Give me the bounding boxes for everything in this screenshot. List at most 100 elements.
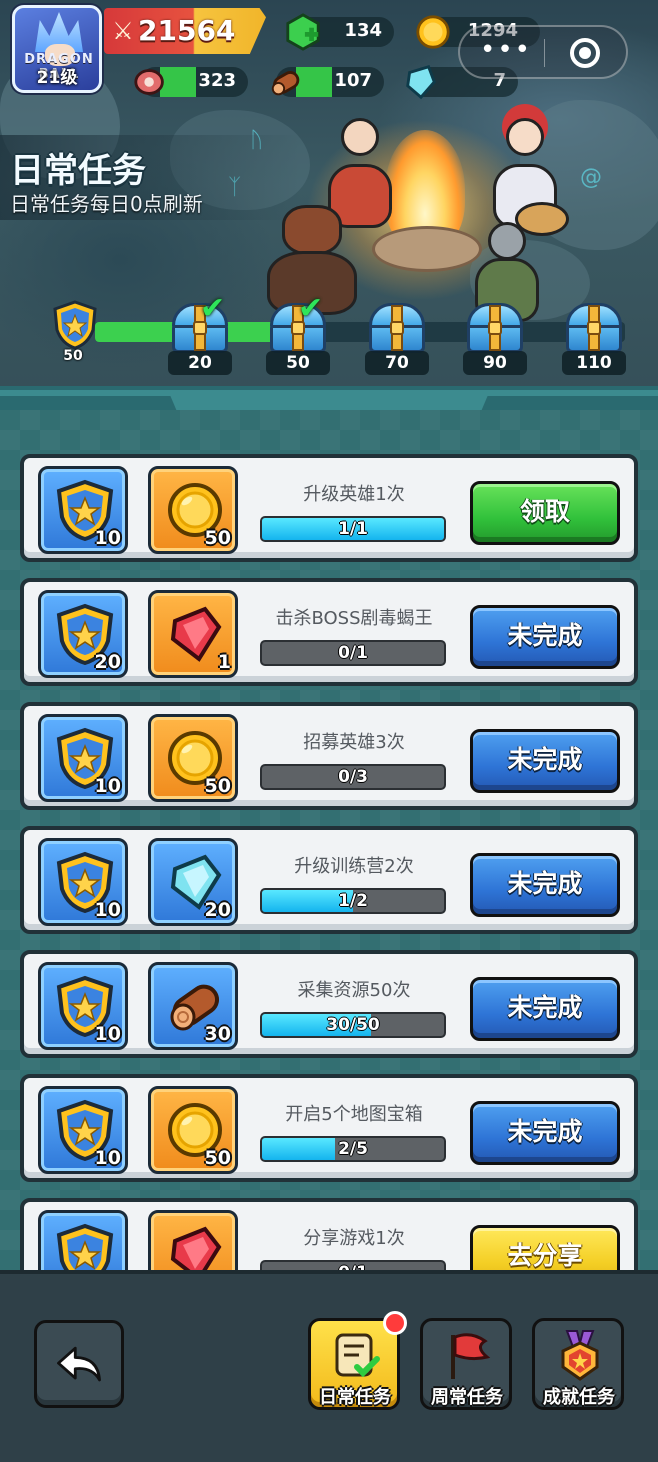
reward-tile[interactable]: 10 [38, 962, 128, 1050]
blue-crystal-icon [406, 65, 436, 100]
reward-quantity: 10 [94, 1147, 121, 1169]
task-progress-text: 1/1 [338, 519, 368, 539]
combat-power-banner: ⚔ 21564 [104, 8, 266, 54]
task-row: 10 20 升级训练营2次 1/2 未完成 [20, 826, 638, 934]
green-gem-plus-icon [286, 13, 320, 51]
capsule-divider [544, 39, 545, 67]
claimed-check-icon: ✔ [200, 291, 226, 326]
incomplete-button[interactable]: 未完成 [470, 853, 620, 917]
milestone-value: 90 [463, 351, 527, 375]
tab-daily-label: 日常任务 [319, 1387, 391, 1408]
share-button[interactable]: 去分享 [470, 1225, 620, 1270]
task-name: 升级训练营2次 [294, 856, 414, 877]
task-progress-text: 0/3 [338, 767, 368, 787]
task-list[interactable]: 10 50 升级英雄1次 1/1 领取 20 1 击杀BOSS剧毒蝎王 0/1 未完成 10 50 招募… [0, 410, 658, 1270]
reward-quantity: 50 [204, 775, 231, 797]
task-progress-text: 30/50 [326, 1015, 380, 1035]
milestone-chest-1[interactable]: ✔ [170, 291, 230, 355]
meat-icon [134, 69, 164, 95]
task-scroll-check-icon [335, 1333, 380, 1378]
task-progress-text: 2/5 [338, 1139, 368, 1159]
reward-quantity: 10 [94, 775, 121, 797]
reward-quantity: 1 [217, 651, 231, 673]
milestone-value: 50 [266, 351, 330, 375]
task-name: 升级英雄1次 [303, 484, 405, 505]
milestone-chest-3[interactable] [367, 303, 427, 355]
more-menu-icon[interactable]: ••• [480, 37, 532, 63]
task-progress-bar: 2/5 [260, 1136, 446, 1162]
back-button[interactable] [34, 1320, 124, 1408]
milestone-chest-5[interactable] [564, 303, 624, 355]
tab-daily-tasks[interactable]: 日常任务 [308, 1311, 407, 1410]
combat-power-value: 21564 [138, 14, 236, 47]
gems-counter[interactable]: 134 [286, 13, 394, 51]
milestone-value: 20 [168, 351, 232, 375]
task-progress-bar: 0/3 [260, 764, 446, 790]
player-avatar[interactable]: DRAGON BALL 21级 [12, 5, 102, 93]
task-name: 开启5个地图宝箱 [285, 1104, 423, 1125]
notification-dot [383, 1311, 407, 1335]
reward-quantity: 20 [204, 899, 231, 921]
task-progress-bar: 1/2 [260, 888, 446, 914]
milestone-value: 70 [365, 351, 429, 375]
task-name: 分享游戏1次 [303, 1228, 405, 1249]
reward-tile[interactable]: 50 [148, 466, 238, 554]
reward-tile[interactable]: 10 [38, 466, 128, 554]
crossed-swords-icon: ⚔ [112, 17, 134, 45]
reward-tile[interactable]: 10 [38, 1086, 128, 1174]
wood-counter: 107 [271, 67, 384, 97]
dog-icon [512, 196, 572, 236]
tab-achievement-tasks[interactable]: 成就任务 [532, 1318, 624, 1410]
reward-tile[interactable]: 10 [38, 714, 128, 802]
close-target-icon[interactable] [570, 38, 600, 68]
bottom-nav: 日常任务 周常任务 成就任务 [0, 1270, 658, 1462]
reward-tile[interactable]: 30 [148, 962, 238, 1050]
wood-value: 107 [334, 70, 372, 91]
incomplete-button[interactable]: 未完成 [470, 729, 620, 793]
incomplete-button[interactable]: 未完成 [470, 605, 620, 669]
miniprogram-capsule: ••• [458, 25, 628, 79]
reward-tile[interactable]: 1 [148, 590, 238, 678]
reward-tile[interactable]: 20 [38, 590, 128, 678]
meat-counter: 323 [134, 67, 248, 97]
task-name: 击杀BOSS剧毒蝎王 [275, 608, 433, 629]
reward-tile[interactable]: 20 [148, 838, 238, 926]
claim-button[interactable]: 领取 [470, 481, 620, 545]
reward-tile[interactable]: 10 [38, 838, 128, 926]
reward-tile[interactable]: 50 [148, 714, 238, 802]
task-row: 10 30 采集资源50次 30/50 未完成 [20, 950, 638, 1058]
incomplete-button[interactable]: 未完成 [470, 1101, 620, 1165]
task-progress-text: 0/1 [338, 643, 368, 663]
task-row: 10 50 升级英雄1次 1/1 领取 [20, 454, 638, 562]
medal-icon [561, 1330, 599, 1381]
red-flag-icon [451, 1333, 491, 1379]
task-progress-bar: 30/50 [260, 1012, 446, 1038]
current-points: 50 [63, 348, 83, 364]
back-arrow-icon [57, 1346, 101, 1382]
player-level: 21级 [36, 68, 78, 88]
tab-weekly-label: 周常任务 [431, 1387, 503, 1408]
incomplete-button[interactable]: 未完成 [470, 977, 620, 1041]
task-progress-bar: 1/1 [260, 516, 446, 542]
milestone-chest-2[interactable]: ✔ [268, 291, 328, 355]
reward-quantity: 50 [204, 527, 231, 549]
meat-value: 323 [198, 70, 236, 91]
reward-quantity: 30 [204, 1023, 231, 1045]
reward-tile[interactable] [38, 1210, 128, 1270]
gold-coin-icon [416, 15, 450, 49]
tab-achievement-label: 成就任务 [543, 1387, 615, 1408]
tab-weekly-tasks[interactable]: 周常任务 [420, 1318, 512, 1410]
reward-tile[interactable] [148, 1210, 238, 1270]
task-progress-bar: 0/1 [260, 1260, 446, 1270]
task-name: 采集资源50次 [297, 980, 411, 1001]
milestone-chest-4[interactable] [465, 303, 525, 355]
reward-quantity: 20 [94, 651, 121, 673]
reward-quantity: 10 [94, 1023, 121, 1045]
milestone-value: 110 [562, 351, 626, 375]
wood-log-icon [271, 71, 300, 96]
task-row: 分享游戏1次 0/1 去分享 [20, 1198, 638, 1270]
task-progress-bar: 0/1 [260, 640, 446, 666]
reward-tile[interactable]: 50 [148, 1086, 238, 1174]
gems-value: 134 [344, 20, 382, 41]
task-progress-text: 0/1 [262, 1262, 444, 1270]
